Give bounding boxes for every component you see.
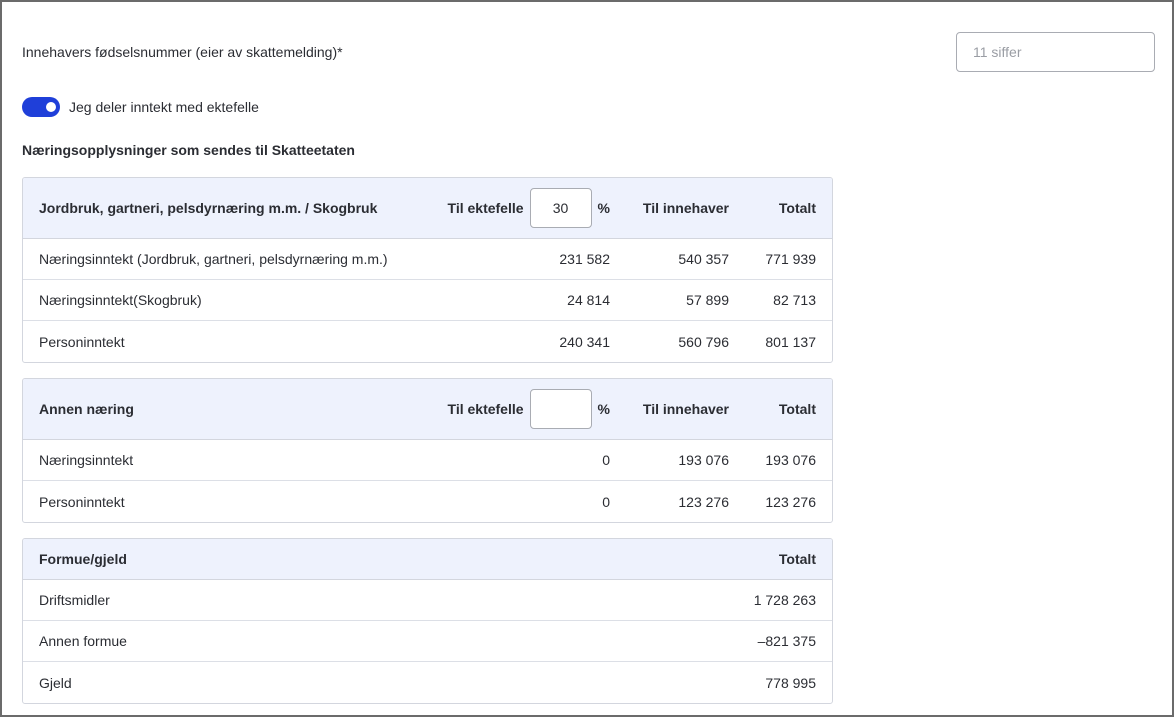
row-total-value: –821 375 — [757, 633, 816, 649]
spouse-share-group: Til ektefelle % — [448, 379, 610, 439]
share-income-toggle-row[interactable]: Jeg deler inntekt med ektefelle — [22, 97, 259, 117]
row-total-value: 82 713 — [773, 292, 816, 308]
row-total-value: 123 276 — [765, 493, 816, 510]
col-spouse-header: Til ektefelle — [447, 401, 524, 417]
row-label: Personinntekt — [39, 333, 125, 350]
row-total-value: 1 728 263 — [753, 592, 816, 608]
share-income-toggle-label: Jeg deler inntekt med ektefelle — [69, 99, 259, 115]
row-spouse-value: 0 — [602, 493, 610, 510]
row-spouse-value: 231 582 — [559, 251, 610, 267]
table-row: Næringsinntekt(Skogbruk) 24 814 57 899 8… — [23, 280, 832, 321]
col-total-header: Totalt — [778, 551, 816, 567]
table-agriculture: Jordbruk, gartneri, pelsdyrnæring m.m. /… — [22, 177, 833, 363]
row-spouse-value: 240 341 — [559, 333, 610, 350]
percent-sign: % — [597, 200, 610, 216]
row-label: Næringsinntekt — [39, 452, 134, 468]
row-label: Gjeld — [39, 674, 72, 691]
spouse-percent-input[interactable] — [529, 188, 592, 228]
col-owner-header: Til innehaver — [642, 200, 729, 216]
table-row: Personinntekt 0 123 276 123 276 — [23, 481, 832, 522]
table-row: Næringsinntekt (Jordbruk, gartneri, pels… — [23, 239, 832, 280]
table-row: Driftsmidler 1 728 263 — [23, 580, 832, 621]
col-owner-header: Til innehaver — [642, 401, 729, 417]
table-title: Annen næring — [39, 401, 134, 417]
row-label: Personinntekt — [39, 493, 125, 510]
table-row: Personinntekt 240 341 560 796 801 137 — [23, 321, 832, 362]
owner-ssn-label: Innehavers fødselsnummer (eier av skatte… — [22, 44, 343, 60]
table-title: Formue/gjeld — [39, 551, 127, 567]
row-total-value: 801 137 — [765, 333, 816, 350]
row-owner-value: 123 276 — [678, 493, 729, 510]
col-spouse-header: Til ektefelle — [447, 200, 524, 216]
section-title: Næringsopplysninger som sendes til Skatt… — [22, 142, 355, 158]
spouse-percent-input[interactable] — [529, 389, 592, 429]
row-label: Næringsinntekt(Skogbruk) — [39, 292, 202, 308]
table-wealth-debt: Formue/gjeld Totalt Driftsmidler 1 728 2… — [22, 538, 833, 704]
share-income-toggle[interactable] — [22, 97, 60, 117]
row-owner-value: 57 899 — [686, 292, 729, 308]
table-header: Annen næring Til ektefelle % Til innehav… — [23, 379, 832, 440]
owner-ssn-input[interactable] — [956, 32, 1155, 72]
col-total-header: Totalt — [778, 200, 816, 216]
row-owner-value: 560 796 — [678, 333, 729, 350]
table-row: Næringsinntekt 0 193 076 193 076 — [23, 440, 832, 481]
row-label: Næringsinntekt (Jordbruk, gartneri, pels… — [39, 251, 388, 267]
form-page: Innehavers fødselsnummer (eier av skatte… — [0, 0, 1174, 717]
table-header: Formue/gjeld Totalt — [23, 539, 832, 580]
row-total-value: 778 995 — [765, 674, 816, 691]
row-spouse-value: 24 814 — [567, 292, 610, 308]
row-spouse-value: 0 — [602, 452, 610, 468]
row-label: Annen formue — [39, 633, 127, 649]
row-owner-value: 540 357 — [678, 251, 729, 267]
col-total-header: Totalt — [778, 401, 816, 417]
table-header: Jordbruk, gartneri, pelsdyrnæring m.m. /… — [23, 178, 832, 239]
table-title: Jordbruk, gartneri, pelsdyrnæring m.m. /… — [39, 200, 378, 216]
row-owner-value: 193 076 — [678, 452, 729, 468]
percent-sign: % — [597, 401, 610, 417]
row-label: Driftsmidler — [39, 592, 110, 608]
spouse-share-group: Til ektefelle % — [448, 178, 610, 238]
row-total-value: 193 076 — [765, 452, 816, 468]
row-total-value: 771 939 — [765, 251, 816, 267]
table-row: Annen formue –821 375 — [23, 621, 832, 662]
table-row: Gjeld 778 995 — [23, 662, 832, 703]
toggle-knob — [46, 102, 56, 112]
table-other-business: Annen næring Til ektefelle % Til innehav… — [22, 378, 833, 523]
